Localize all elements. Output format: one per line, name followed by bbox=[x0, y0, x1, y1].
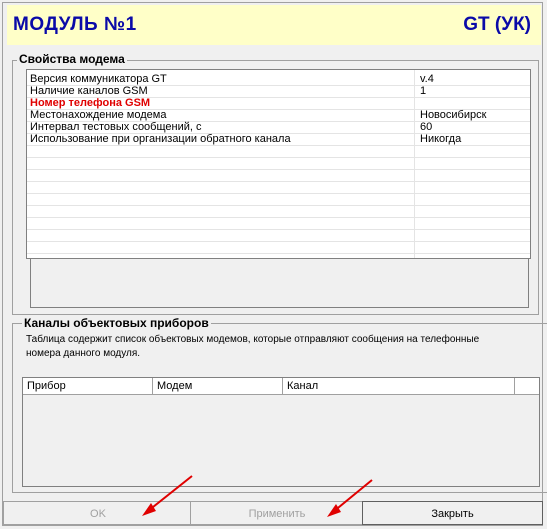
modem-properties-legend: Свойства модема bbox=[17, 52, 127, 66]
module-header: МОДУЛЬ №1 GT (УК) bbox=[7, 5, 541, 45]
column-header-extra[interactable] bbox=[515, 378, 539, 394]
channels-table[interactable]: Прибор Модем Канал bbox=[22, 377, 540, 487]
property-value[interactable]: 1 bbox=[420, 85, 426, 97]
property-name: Интервал тестовых сообщений, с bbox=[30, 121, 202, 133]
property-value[interactable]: 60 bbox=[420, 121, 432, 133]
column-header-modem[interactable]: Модем bbox=[153, 378, 283, 394]
ok-button[interactable]: OK bbox=[3, 501, 193, 525]
property-name: Наличие каналов GSM bbox=[30, 85, 148, 97]
apply-button[interactable]: Применить bbox=[190, 501, 364, 525]
property-value[interactable]: v.4 bbox=[420, 73, 434, 85]
property-description-box bbox=[30, 258, 529, 308]
column-header-device[interactable]: Прибор bbox=[23, 378, 153, 394]
module-title: МОДУЛЬ №1 bbox=[13, 14, 137, 35]
channels-legend: Каналы объектовых приборов bbox=[22, 316, 211, 330]
property-name: Местонахождение модема bbox=[30, 109, 167, 121]
property-value[interactable]: Новосибирск bbox=[420, 109, 486, 121]
properties-grid[interactable]: Версия коммуникатора GT v.4 Наличие канало… bbox=[26, 69, 531, 259]
column-header-channel[interactable]: Канал bbox=[283, 378, 515, 394]
property-name: Версия коммуникатора GT bbox=[30, 73, 167, 85]
close-button[interactable]: Закрыть bbox=[362, 501, 543, 525]
property-name: Номер телефона GSM bbox=[30, 97, 151, 109]
channels-table-header: Прибор Модем Канал bbox=[23, 378, 539, 395]
channels-description: Таблица содержит список объектовых модем… bbox=[26, 334, 480, 359]
property-name: Использование при организации обратного … bbox=[30, 133, 291, 145]
dialog-buttons: OK Применить Закрыть bbox=[3, 499, 543, 526]
property-value[interactable]: Никогда bbox=[420, 133, 461, 145]
module-code: GT (УК) bbox=[463, 14, 531, 35]
property-row[interactable] bbox=[27, 241, 530, 254]
